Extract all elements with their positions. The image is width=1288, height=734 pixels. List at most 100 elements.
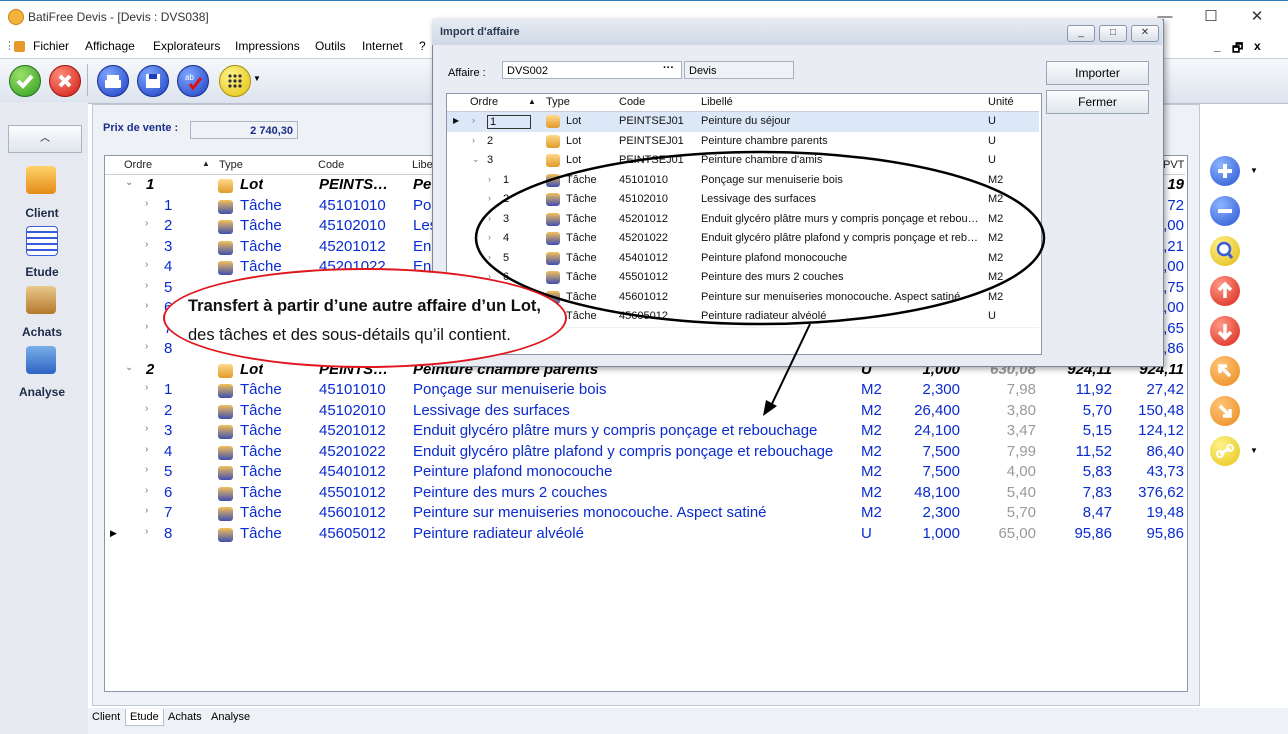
- move-bottom-button[interactable]: [1210, 396, 1240, 426]
- tab-client[interactable]: Client: [92, 711, 120, 723]
- row-ordre: 8: [164, 340, 173, 357]
- dcol-unite[interactable]: Unité: [988, 96, 1014, 108]
- expand-icon[interactable]: ›: [145, 382, 148, 393]
- add-dropdown-icon[interactable]: ▼: [1250, 166, 1258, 175]
- menu-fichier[interactable]: Fichier: [33, 39, 69, 53]
- tab-achats[interactable]: Achats: [168, 711, 202, 723]
- spellcheck-button[interactable]: ab: [177, 65, 209, 97]
- maximize-button[interactable]: ☐: [1196, 6, 1226, 30]
- row-type: Tâche: [240, 422, 282, 439]
- client-icon[interactable]: [26, 166, 56, 194]
- nav-item-achats[interactable]: Achats: [0, 325, 84, 339]
- col-code[interactable]: Code: [318, 159, 344, 171]
- row-quantite: 48,100: [914, 483, 960, 501]
- link-dropdown-icon[interactable]: ▼: [1250, 446, 1258, 455]
- importer-button[interactable]: Importer: [1046, 61, 1149, 85]
- task-icon: [218, 199, 233, 214]
- expand-icon[interactable]: ›: [145, 321, 148, 332]
- nav-item-client[interactable]: Client: [0, 206, 84, 220]
- pointer-arrow: [763, 323, 811, 416]
- add-row-button[interactable]: [1210, 156, 1240, 186]
- dcol-ordre[interactable]: Ordre: [470, 96, 498, 108]
- menu-impressions[interactable]: Impressions: [235, 39, 300, 53]
- expand-icon[interactable]: ›: [145, 505, 148, 516]
- row-unite: M2: [861, 401, 882, 419]
- row-pvt: 19,48: [1146, 504, 1184, 521]
- col-libelle[interactable]: Libe: [412, 159, 433, 171]
- expand-icon[interactable]: ›: [145, 259, 148, 270]
- dcol-libelle[interactable]: Libellé: [701, 96, 733, 108]
- expand-icon[interactable]: ›: [145, 444, 148, 455]
- expand-icon[interactable]: ›: [145, 280, 148, 291]
- dialog-titlebar: [432, 19, 1162, 45]
- lot-icon: [218, 363, 233, 378]
- row-prix-vente: 5,83: [1082, 463, 1112, 480]
- expand-icon[interactable]: ›: [145, 239, 148, 250]
- expand-icon[interactable]: ›: [145, 341, 148, 352]
- nav-item-etude[interactable]: Etude: [0, 265, 84, 279]
- dcol-type[interactable]: Type: [546, 96, 570, 108]
- close-window-button[interactable]: ✕: [1242, 6, 1272, 30]
- link-button[interactable]: [1210, 436, 1240, 466]
- collapse-icon[interactable]: ⌄: [125, 362, 133, 373]
- expand-icon[interactable]: ›: [145, 526, 148, 537]
- expand-icon[interactable]: ›: [145, 198, 148, 209]
- menu-affichage[interactable]: Affichage: [85, 39, 135, 53]
- dialog-close-button[interactable]: ✕: [1131, 25, 1159, 42]
- menu-help[interactable]: ?: [419, 39, 426, 53]
- col-ordre[interactable]: Ordre: [124, 159, 152, 171]
- row-unite: M2: [861, 442, 882, 460]
- task-icon: [218, 261, 233, 275]
- menu-outils[interactable]: Outils: [315, 39, 346, 53]
- dcol-code[interactable]: Code: [619, 96, 645, 108]
- row-unite: M2: [861, 483, 882, 501]
- menu-internet[interactable]: Internet: [362, 39, 403, 53]
- analyse-icon[interactable]: [26, 346, 56, 374]
- search-button[interactable]: [1210, 236, 1240, 266]
- row-ordre: 8: [164, 524, 173, 542]
- dsort-up-icon: ▲: [528, 97, 536, 106]
- row-code: 45501012: [319, 483, 386, 501]
- row-code: 45101010: [319, 196, 386, 214]
- cancel-button[interactable]: [49, 65, 81, 97]
- remove-row-button[interactable]: [1210, 196, 1240, 226]
- menu-explorateurs[interactable]: Explorateurs: [153, 39, 220, 53]
- expand-icon[interactable]: ›: [145, 464, 148, 475]
- expand-icon[interactable]: ›: [472, 115, 475, 125]
- move-down-button[interactable]: [1210, 316, 1240, 346]
- mdi-close-button[interactable]: x: [1254, 39, 1261, 53]
- achats-icon[interactable]: [26, 286, 56, 314]
- arrow-down-icon: [1217, 324, 1233, 341]
- col-type[interactable]: Type: [219, 159, 243, 171]
- validate-check-button[interactable]: [9, 65, 41, 97]
- expand-icon[interactable]: ›: [145, 300, 148, 311]
- move-top-button[interactable]: [1210, 356, 1240, 386]
- row-prix-unitaire: 65,00: [998, 524, 1036, 542]
- etude-icon[interactable]: [26, 226, 58, 256]
- nav-collapse-button[interactable]: ︿: [8, 125, 82, 153]
- collapse-icon[interactable]: ⌄: [125, 177, 133, 188]
- mdi-restore-button[interactable]: 🗗: [1232, 39, 1243, 60]
- fermer-button[interactable]: Fermer: [1046, 90, 1149, 114]
- row-pvt: 150,48: [1138, 401, 1184, 419]
- tab-analyse[interactable]: Analyse: [211, 711, 250, 723]
- col-pvt[interactable]: PVT: [1163, 159, 1184, 171]
- dialog-minimize-button[interactable]: _: [1067, 25, 1095, 42]
- nav-item-analyse[interactable]: Analyse: [0, 385, 84, 399]
- print-button[interactable]: [97, 65, 129, 97]
- expand-icon[interactable]: ›: [145, 485, 148, 496]
- tab-etude[interactable]: Etude: [125, 709, 164, 726]
- row-quantite: 2,300: [922, 504, 960, 521]
- expand-icon[interactable]: ›: [145, 218, 148, 229]
- calculator-button[interactable]: [219, 65, 251, 97]
- affaire-browse-button[interactable]: ···: [663, 62, 674, 74]
- calculator-dropdown-icon[interactable]: ▼: [253, 74, 261, 83]
- save-button[interactable]: [137, 65, 169, 97]
- mdi-minimize-button[interactable]: _: [1214, 39, 1221, 53]
- row-unite: M2: [861, 422, 882, 439]
- dialog-maximize-button[interactable]: □: [1099, 25, 1127, 42]
- expand-icon[interactable]: ›: [145, 403, 148, 414]
- affaire-input[interactable]: DVS002: [502, 61, 682, 79]
- expand-icon[interactable]: ›: [145, 423, 148, 434]
- move-up-button[interactable]: [1210, 276, 1240, 306]
